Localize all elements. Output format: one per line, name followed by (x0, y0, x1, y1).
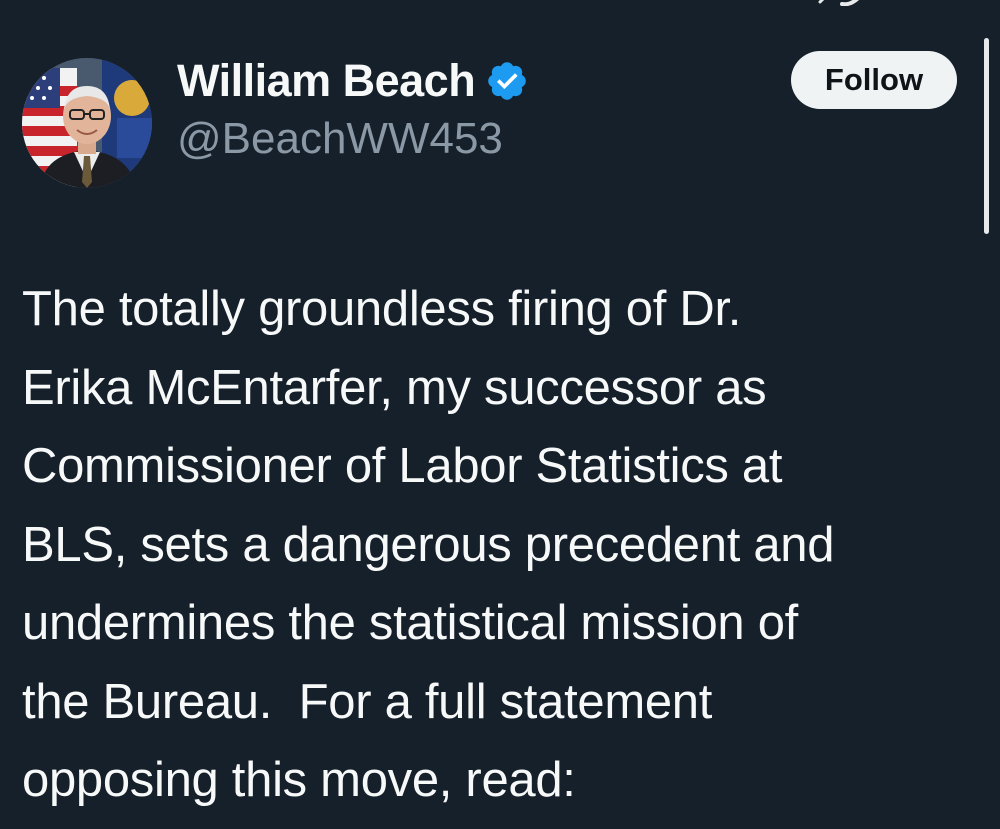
tweet-text-line: Commissioner of Labor Statistics at (22, 439, 783, 493)
tweet-text-line: BLS, sets a dangerous precedent and (22, 517, 835, 572)
tweet-text: The totally groundless firing of Dr. Eri… (22, 270, 972, 820)
profile-photo-icon (22, 58, 152, 188)
tweet-text-line: opposing this move, read: (22, 753, 576, 807)
handle[interactable]: @BeachWW453 (177, 114, 529, 164)
avatar[interactable] (22, 58, 152, 188)
scrollbar[interactable] (982, 38, 992, 248)
tweet-header: William Beach @BeachWW453 Follow (22, 51, 962, 192)
tweet-text-line: The totally groundless firing of Dr. (22, 282, 742, 336)
tweet-text-line: undermines the statistical mission of (22, 596, 798, 650)
verified-badge-icon[interactable] (485, 59, 529, 103)
user-block: William Beach @BeachWW453 (177, 52, 529, 164)
tweet-text-line: the Bureau. For a full statement (22, 674, 713, 729)
top-edge-icon (818, 0, 859, 6)
scrollbar-thumb[interactable] (984, 38, 989, 234)
name-row: William Beach (177, 52, 529, 110)
follow-button[interactable]: Follow (791, 51, 957, 109)
display-name[interactable]: William Beach (177, 55, 476, 107)
tweet-text-line: Erika McEntarfer, my successor as (22, 360, 767, 415)
